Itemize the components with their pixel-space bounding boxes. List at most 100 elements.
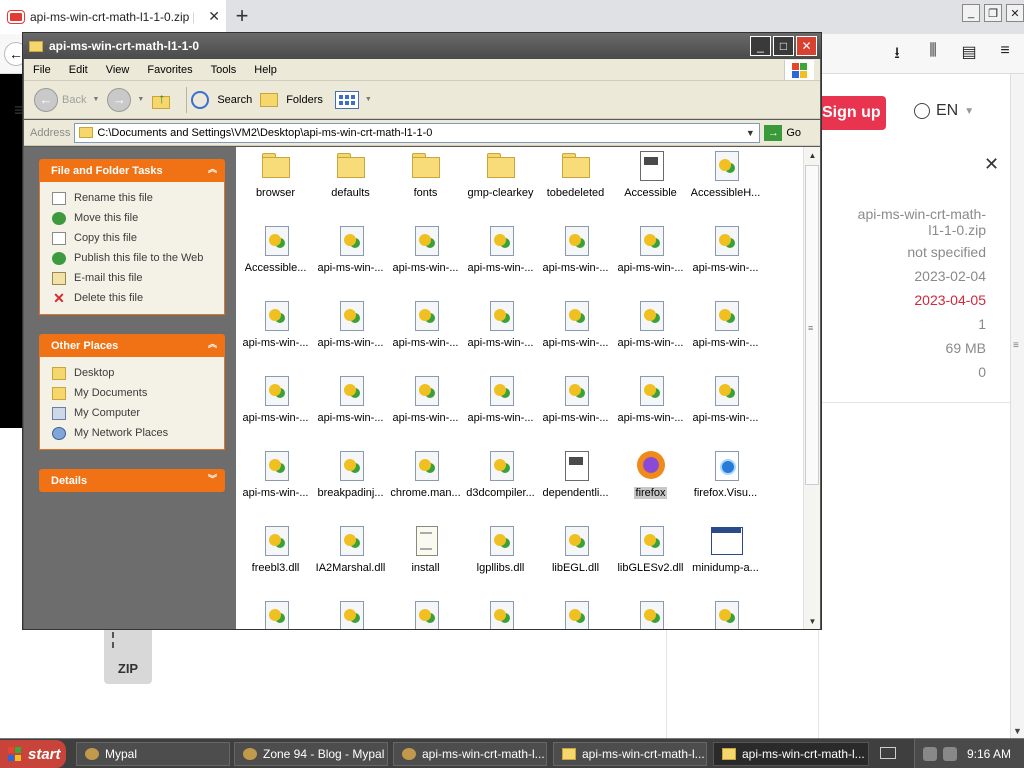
scroll-down-icon[interactable]: ▼ xyxy=(804,613,821,629)
restore-icon[interactable]: ❐ xyxy=(984,4,1002,22)
back-label[interactable]: Back xyxy=(62,94,86,106)
file-item[interactable]: install xyxy=(388,524,463,599)
place-my-documents[interactable]: My Documents xyxy=(52,383,224,403)
menu-help[interactable]: Help xyxy=(245,64,286,76)
menu-icon[interactable]: ≡ xyxy=(994,42,1016,69)
file-item[interactable]: chrome.man... xyxy=(388,449,463,524)
folders-icon[interactable] xyxy=(260,92,279,107)
file-item[interactable]: firefox xyxy=(613,449,688,524)
file-item[interactable]: api-ms-win-... xyxy=(388,374,463,449)
address-input[interactable]: C:\Documents and Settings\VM2\Desktop\ap… xyxy=(74,122,761,143)
file-item[interactable]: gmp-clearkey xyxy=(463,149,538,224)
page-scrollbar[interactable]: ≡ ▼ xyxy=(1010,74,1024,738)
file-item[interactable]: api-ms-win-... xyxy=(463,224,538,299)
address-dropdown-icon[interactable]: ▼ xyxy=(741,124,759,142)
task-rename[interactable]: Rename this file xyxy=(52,188,224,208)
file-item[interactable]: lgpllibs.dll xyxy=(463,524,538,599)
file-item[interactable]: api-ms-win-... xyxy=(238,374,313,449)
language-selector[interactable]: EN ▼ xyxy=(914,102,974,120)
file-item[interactable]: api-ms-win-... xyxy=(238,449,313,524)
sidebar-icon[interactable]: ▤ xyxy=(958,42,980,69)
keyboard-icon[interactable] xyxy=(880,747,896,759)
file-item[interactable]: api-ms-win-... xyxy=(463,299,538,374)
task-delete[interactable]: ✕ Delete this file xyxy=(52,288,224,308)
close-button[interactable]: ✕ xyxy=(796,36,817,56)
taskbar-item[interactable]: api-ms-win-crt-math-l... xyxy=(553,742,707,766)
minimize-button[interactable]: _ xyxy=(750,36,771,56)
browser-tab[interactable]: api-ms-win-crt-math-l1-1-0.zip | File ✕ xyxy=(0,0,226,34)
back-arrow-icon[interactable]: ← xyxy=(34,87,58,112)
taskbar-item-active[interactable]: api-ms-win-crt-math-l... xyxy=(713,742,869,766)
window-titlebar[interactable]: api-ms-win-crt-math-l1-1-0 _ □ ✕ xyxy=(23,33,821,59)
file-item[interactable]: IA2Marshal.dll xyxy=(313,524,388,599)
task-email[interactable]: E-mail this file xyxy=(52,268,224,288)
file-item[interactable]: api-ms-win-... xyxy=(613,374,688,449)
library-icon[interactable]: ⫼ xyxy=(922,42,944,69)
file-item[interactable] xyxy=(688,599,763,629)
task-copy[interactable]: Copy this file xyxy=(52,228,224,248)
file-item[interactable]: api-ms-win-... xyxy=(463,374,538,449)
expand-icon[interactable]: ︾ xyxy=(208,472,217,485)
file-item[interactable] xyxy=(463,599,538,629)
file-item[interactable]: browser xyxy=(238,149,313,224)
file-item[interactable] xyxy=(388,599,463,629)
file-item[interactable] xyxy=(238,599,313,629)
taskbar-item[interactable]: Zone 94 - Blog - Mypal xyxy=(234,742,388,766)
menu-view[interactable]: View xyxy=(97,64,139,76)
file-item[interactable]: Accessible xyxy=(613,149,688,224)
file-item[interactable] xyxy=(538,599,613,629)
file-item[interactable]: defaults xyxy=(313,149,388,224)
file-item[interactable] xyxy=(313,599,388,629)
volume-tray-icon[interactable] xyxy=(943,747,957,761)
file-item[interactable]: api-ms-win-... xyxy=(388,224,463,299)
file-item[interactable]: api-ms-win-... xyxy=(538,374,613,449)
file-item[interactable]: api-ms-win-... xyxy=(538,224,613,299)
maximize-button[interactable]: □ xyxy=(773,36,794,56)
file-item[interactable]: AccessibleH... xyxy=(688,149,763,224)
minimize-icon[interactable]: _ xyxy=(962,4,980,22)
file-item[interactable]: api-ms-win-... xyxy=(313,224,388,299)
menu-edit[interactable]: Edit xyxy=(60,64,97,76)
file-item[interactable]: fonts xyxy=(388,149,463,224)
close-icon[interactable]: ✕ xyxy=(1006,4,1024,22)
network-tray-icon[interactable] xyxy=(923,747,937,761)
up-folder-icon[interactable]: ↑ xyxy=(152,90,174,110)
forward-arrow-icon[interactable]: → xyxy=(107,87,132,112)
taskbar-item[interactable]: api-ms-win-crt-math-l... xyxy=(393,742,547,766)
task-publish[interactable]: Publish this file to the Web xyxy=(52,248,224,268)
signup-button[interactable]: Sign up xyxy=(820,96,886,130)
file-item[interactable]: dependentli... xyxy=(538,449,613,524)
file-item[interactable]: api-ms-win-... xyxy=(388,299,463,374)
file-item[interactable]: d3dcompiler... xyxy=(463,449,538,524)
file-item[interactable]: api-ms-win-... xyxy=(538,299,613,374)
task-move[interactable]: Move this file xyxy=(52,208,224,228)
folders-button[interactable]: Folders xyxy=(286,94,323,106)
file-item[interactable]: api-ms-win-... xyxy=(688,374,763,449)
file-item[interactable]: api-ms-win-... xyxy=(313,299,388,374)
search-icon[interactable] xyxy=(191,90,210,109)
views-icon[interactable] xyxy=(334,90,359,109)
close-tab-icon[interactable]: ✕ xyxy=(208,8,220,25)
file-item[interactable] xyxy=(613,599,688,629)
file-list-scrollbar[interactable]: ▲ ≡ ▼ xyxy=(803,147,820,629)
go-button[interactable]: → Go xyxy=(764,124,801,141)
file-item[interactable]: libEGL.dll xyxy=(538,524,613,599)
download-icon[interactable]: ⭳ xyxy=(886,42,908,69)
menu-favorites[interactable]: Favorites xyxy=(138,64,201,76)
scroll-up-icon[interactable]: ▲ xyxy=(804,147,821,163)
place-network[interactable]: My Network Places xyxy=(52,423,224,443)
file-item[interactable]: api-ms-win-... xyxy=(688,224,763,299)
file-item[interactable]: Accessible... xyxy=(238,224,313,299)
file-item[interactable]: api-ms-win-... xyxy=(313,374,388,449)
scroll-down-icon[interactable]: ▼ xyxy=(1013,726,1022,736)
file-folder-tasks-header[interactable]: File and Folder Tasks ︽ xyxy=(39,159,225,182)
new-tab-button[interactable]: + xyxy=(230,3,254,29)
collapse-icon[interactable]: ︽ xyxy=(208,162,217,175)
taskbar-item[interactable]: Mypal xyxy=(76,742,230,766)
file-item[interactable]: api-ms-win-... xyxy=(688,299,763,374)
file-item[interactable]: firefox.Visu... xyxy=(688,449,763,524)
search-button[interactable]: Search xyxy=(217,94,252,106)
file-item[interactable]: api-ms-win-... xyxy=(613,299,688,374)
place-my-computer[interactable]: My Computer xyxy=(52,403,224,423)
start-button[interactable]: start xyxy=(0,740,66,768)
